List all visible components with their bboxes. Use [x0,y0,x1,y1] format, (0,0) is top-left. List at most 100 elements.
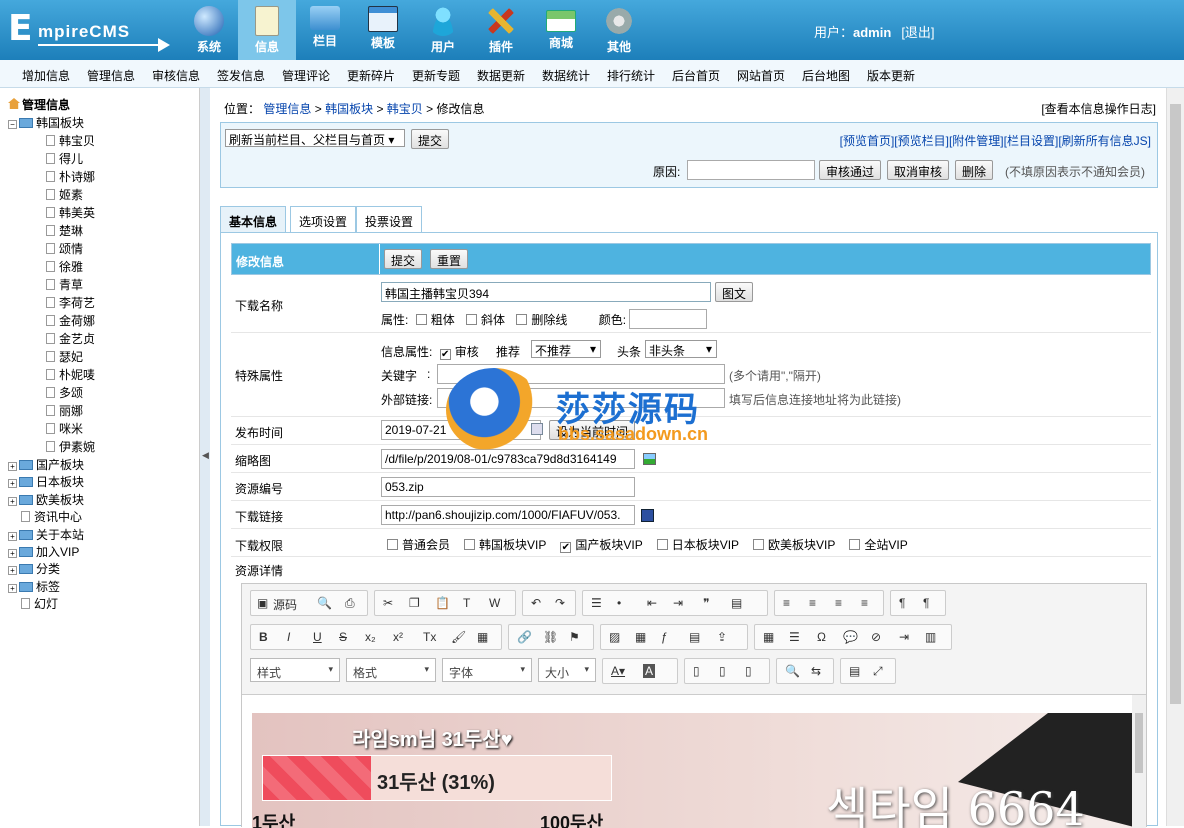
tab-options[interactable]: 选项设置 [290,206,357,232]
external-link-input[interactable] [437,388,725,408]
upload-icon[interactable]: ⇪ [717,630,727,644]
attachment-link[interactable]: [附件管理] [949,134,1004,148]
expand-icon[interactable]: + [8,583,17,593]
tree-node[interactable]: + 欧美板块 [8,491,84,508]
bullet-list-icon[interactable]: • [617,596,621,610]
maximize-icon[interactable]: ⤢ [873,664,883,679]
subscript-icon[interactable]: x₂ [365,630,376,644]
topnav-system[interactable]: 系统 [180,0,238,60]
permission-option[interactable]: 韩国板块VIP [464,538,546,552]
permission-option[interactable]: 欧美板块VIP [753,538,835,552]
cancel-approve-button[interactable]: 取消审核 [887,160,950,180]
topnav-other[interactable]: 其他 [590,0,648,60]
topnav-info[interactable]: 信息 [238,0,296,60]
tree-item[interactable]: 金艺贞 [46,330,95,347]
tree-node[interactable]: + 日本板块 [8,473,84,490]
reason-input[interactable] [687,160,815,180]
tree-node[interactable]: + 标签 [8,578,60,595]
permission-checkbox[interactable] [656,539,668,550]
menu-rank-stats[interactable]: 排行统计 [607,67,655,84]
menu-update-fragments[interactable]: 更新碎片 [347,67,395,84]
paste-text-icon[interactable]: T [463,596,470,610]
preview-home-link[interactable]: [预览首页] [840,134,895,148]
recommend-select[interactable]: 不推荐 ▾ [531,340,601,358]
menu-data-update[interactable]: 数据更新 [477,67,525,84]
tree-root[interactable]: 管理信息 [8,96,70,113]
tree-item[interactable]: 朴妮唛 [46,366,95,383]
size-dropdown[interactable]: 大小 [538,658,596,682]
logout-link[interactable]: [退出] [901,25,934,40]
tree-item[interactable]: 得儿 [46,150,83,167]
menu-version-update[interactable]: 版本更新 [867,67,915,84]
menu-manage-comments[interactable]: 管理评论 [282,67,330,84]
copy-icon[interactable]: ❐ [409,596,420,610]
collapse-arrow-icon[interactable]: ◀ [202,450,209,461]
justify-icon[interactable]: ≡ [861,596,868,610]
tree-item[interactable]: 青草 [46,276,83,293]
font-dropdown[interactable]: 字体 [442,658,532,682]
format-dropdown[interactable]: 格式 [346,658,436,682]
editor-scrollbar[interactable] [1132,695,1146,828]
permission-option[interactable]: 日本板块VIP [656,538,739,552]
expand-icon[interactable]: + [8,462,17,471]
title-input[interactable]: 韩国主播韩宝贝394 [381,282,711,302]
topnav-plugin[interactable]: 插件 [472,0,530,60]
topnav-shop[interactable]: 商城 [532,0,590,60]
expand-icon[interactable]: + [8,531,17,541]
print-icon[interactable]: ⎙ [345,596,355,611]
calendar-icon[interactable] [531,423,543,435]
form-reset-button[interactable]: 重置 [430,249,469,269]
tree-item[interactable]: 丽娜 [46,402,83,419]
paste-word-icon[interactable]: W [489,596,500,610]
align-center-icon[interactable]: ≡ [809,596,816,610]
redo-icon[interactable]: ↷ [555,596,565,610]
graphic-button[interactable]: 图文 [715,282,754,302]
cut-icon[interactable]: ✂ [383,596,393,610]
tree-item[interactable]: 楚琳 [46,222,83,239]
source-icon[interactable]: ▣ [257,596,268,610]
menu-site-home[interactable]: 网站首页 [737,67,785,84]
panel-submit-button[interactable]: 提交 [411,129,450,149]
thumbnail-input[interactable]: /d/file/p/2019/08-01/c9783ca79d8d3164149 [381,449,635,469]
refresh-js-link[interactable]: [刷新所有信息JS] [1058,134,1151,148]
menu-data-stats[interactable]: 数据统计 [542,67,590,84]
crumb-hanbaobei[interactable]: 韩宝贝 [387,102,423,116]
media-icon[interactable]: ▦ [635,630,646,644]
approve-button[interactable]: 审核通过 [819,160,882,180]
template-icon[interactable]: ▦ [477,630,488,644]
special-char-icon[interactable]: Ω [817,630,826,644]
menu-update-topics[interactable]: 更新专题 [412,67,460,84]
tree-item[interactable]: 徐雅 [46,258,83,275]
div-icon[interactable]: ▤ [731,596,742,610]
flash-icon[interactable]: ƒ [661,630,668,644]
underline-icon[interactable]: U [313,630,322,644]
save-icon[interactable] [641,509,654,522]
menu-audit-info[interactable]: 审核信息 [152,67,200,84]
tree-node[interactable]: 幻灯 [8,595,58,612]
preview-page-icon[interactable]: ▯ [745,664,752,678]
bold-icon[interactable]: B [259,630,268,644]
paste-icon[interactable]: 📋 [435,596,450,610]
tree-item[interactable]: 姬素 [46,186,83,203]
tree-item[interactable]: 咪米 [46,420,83,437]
style-dropdown[interactable]: 样式 [250,658,340,682]
image-picker-icon[interactable] [643,453,656,465]
permission-option[interactable]: 普通会员 [387,538,450,552]
expand-icon[interactable]: + [8,566,17,576]
image-icon[interactable]: ▨ [609,630,620,644]
blockquote-icon[interactable]: ❞ [703,596,709,610]
tree-item[interactable]: 金荷娜 [46,312,95,329]
text-color-icon[interactable]: A▾ [611,664,625,678]
color-input[interactable] [629,309,707,329]
menu-admin-home[interactable]: 后台首页 [672,67,720,84]
topnav-column[interactable]: 栏目 [296,0,354,60]
page-scrollbar[interactable] [1166,88,1184,826]
tab-basic-info[interactable]: 基本信息 [220,206,287,232]
tree-item[interactable]: 李荷艺 [46,294,95,311]
tree-item[interactable]: 瑟妃 [46,348,83,365]
unlink-icon[interactable]: ⛓ [543,630,558,644]
bold-checkbox[interactable] [415,314,427,325]
topnav-template[interactable]: 模板 [354,0,412,60]
tree-item[interactable]: 韩美英 [46,204,95,221]
show-blocks-icon[interactable]: ▤ [849,664,860,678]
